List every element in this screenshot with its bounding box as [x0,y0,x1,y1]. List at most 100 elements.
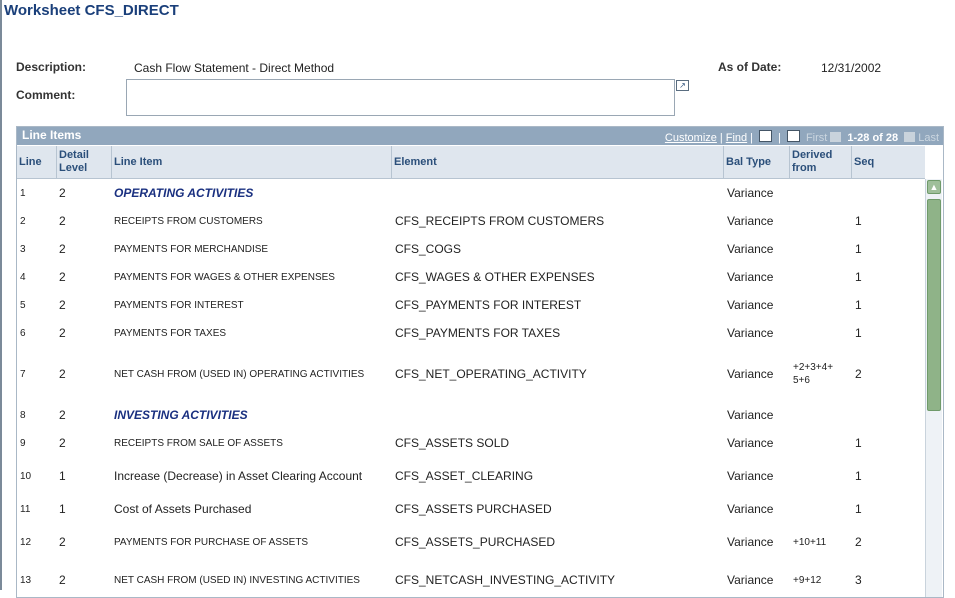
left-border [0,0,2,590]
download-icon[interactable] [786,130,800,142]
column-header-line-item[interactable]: Line Item [112,146,392,178]
row-bal-type: Variance [727,436,774,450]
row-line: 3 [20,243,26,255]
row-detail-level: 2 [59,326,66,340]
row-line: 8 [20,409,26,421]
row-bal-type: Variance [727,573,774,587]
row-line: 12 [20,536,32,548]
row-detail-level: 2 [59,436,66,450]
row-seq: 1 [855,502,862,516]
row-bal-type: Variance [727,408,774,422]
row-bal-type: Variance [727,535,774,549]
row-line-item: NET CASH FROM (USED IN) INVESTING ACTIVI… [114,574,360,586]
row-derived-from: +10+11 [793,536,827,548]
table-row: 8 2 INVESTING ACTIVITIES Variance [17,401,923,429]
row-bal-type: Variance [727,502,774,516]
row-line-item: RECEIPTS FROM CUSTOMERS [114,215,263,227]
row-line: 4 [20,271,26,283]
row-line-item: OPERATING ACTIVITIES [114,186,254,200]
row-seq: 3 [855,573,862,587]
row-seq: 2 [855,367,862,381]
row-line: 9 [20,437,26,449]
row-element: CFS_WAGES & OTHER EXPENSES [395,270,595,284]
row-detail-level: 1 [59,502,66,516]
row-element: CFS_ASSET_CLEARING [395,469,534,483]
row-line: 11 [20,503,31,515]
row-seq: 1 [855,214,862,228]
table-row: 13 2 NET CASH FROM (USED IN) INVESTING ACT… [17,561,923,597]
customize-link[interactable]: Customize [665,132,717,144]
column-header-element[interactable]: Element [392,146,724,178]
first-link[interactable]: First [806,132,827,144]
table-row: 6 2 PAYMENTS FOR TAXES CFS_PAYMENTS FOR TAX… [17,319,923,347]
row-seq: 1 [855,436,862,450]
row-detail-level: 2 [59,535,66,549]
column-header-row: Line Detail Level Line Item Element Bal … [17,146,925,179]
column-header-line[interactable]: Line [17,146,57,178]
row-line: 6 [20,327,26,339]
description-value: Cash Flow Statement - Direct Method [134,61,335,75]
column-header-seq[interactable]: Seq [852,146,925,178]
row-line-item: PAYMENTS FOR INTEREST [114,299,244,311]
row-bal-type: Variance [727,469,774,483]
row-line-item: PAYMENTS FOR TAXES [114,327,227,339]
row-line: 1 [20,187,26,199]
vertical-scrollbar[interactable]: ▲ [925,179,942,597]
table-row: 3 2 PAYMENTS FOR MERCHANDISE CFS_COGS Varian… [17,235,923,263]
previous-arrow-icon[interactable] [830,132,842,142]
table-row: 9 2 RECEIPTS FROM SALE OF ASSETS CFS_ASSETS… [17,429,923,457]
row-seq: 2 [855,535,862,549]
view-all-icon[interactable] [759,130,773,142]
row-line-item: Cost of Assets Purchased [114,502,252,516]
row-line-item: RECEIPTS FROM SALE OF ASSETS [114,437,283,449]
table-row: 5 2 PAYMENTS FOR INTEREST CFS_PAYMENTS FOR … [17,291,923,319]
table-row: 7 2 NET CASH FROM (USED IN) OPERATING ACTI… [17,347,923,401]
row-derived-from: +2+3+4+ 5+6 [793,362,834,386]
row-line: 5 [20,299,26,311]
next-arrow-icon[interactable] [904,132,916,142]
row-bal-type: Variance [727,298,774,312]
row-element: CFS_NET_OPERATING_ACTIVITY [395,367,587,381]
table-row: 4 2 PAYMENTS FOR WAGES & OTHER EXPENSES CFS… [17,263,923,291]
row-seq: 1 [855,469,862,483]
grid-title: Line Items [22,128,82,142]
row-bal-type: Variance [727,214,774,228]
comment-field[interactable] [126,79,675,116]
row-detail-level: 2 [59,186,66,200]
table-row: 1 2 OPERATING ACTIVITIES Variance [17,179,923,207]
comment-label: Comment: [16,88,76,102]
column-header-bal-type[interactable]: Bal Type [724,146,790,178]
grid-header-bar: Line Items Customize | Find | | First 1-28 o… [17,127,943,145]
row-bal-type: Variance [727,270,774,284]
row-element: CFS_NETCASH_INVESTING_ACTIVITY [395,573,616,587]
scroll-thumb[interactable] [927,199,941,411]
table-row: 11 1 Cost of Assets Purchased CFS_ASSETS PU… [17,495,923,523]
column-header-detail-level[interactable]: Detail Level [57,146,112,178]
row-bal-type: Variance [727,242,774,256]
row-line-item: NET CASH FROM (USED IN) OPERATING ACTIVI… [114,368,365,380]
row-detail-level: 2 [59,242,66,256]
row-element: CFS_ASSETS_PURCHASED [395,535,556,549]
table-row: 2 2 RECEIPTS FROM CUSTOMERS CFS_RECEIPTS FR… [17,207,923,235]
row-element: CFS_ASSETS PURCHASED [395,502,552,516]
row-element: CFS_ASSETS SOLD [395,436,510,450]
row-element: CFS_COGS [395,242,462,256]
row-detail-level: 2 [59,573,66,587]
last-link[interactable]: Last [918,132,939,144]
row-detail-level: 2 [59,214,66,228]
scroll-up-icon[interactable]: ▲ [927,180,941,194]
row-seq: 1 [855,326,862,340]
find-link[interactable]: Find [726,132,747,144]
row-bal-type: Variance [727,326,774,340]
row-line-item: PAYMENTS FOR PURCHASE OF ASSETS [114,536,309,548]
column-header-derived-from[interactable]: Derived from [790,146,852,178]
row-line: 13 [20,574,32,586]
description-label: Description: [16,60,87,74]
page-title: Worksheet CFS_DIRECT [4,2,179,19]
row-element: CFS_PAYMENTS FOR TAXES [395,326,561,340]
as-of-date-value: 12/31/2002 [821,61,882,75]
expand-comment-icon[interactable]: ↗ [676,80,689,91]
row-seq: 1 [855,270,862,284]
as-of-date-label: As of Date: [718,60,782,74]
grid-toolbar: Customize | Find | | First 1-28 of 28 Last [664,130,939,144]
